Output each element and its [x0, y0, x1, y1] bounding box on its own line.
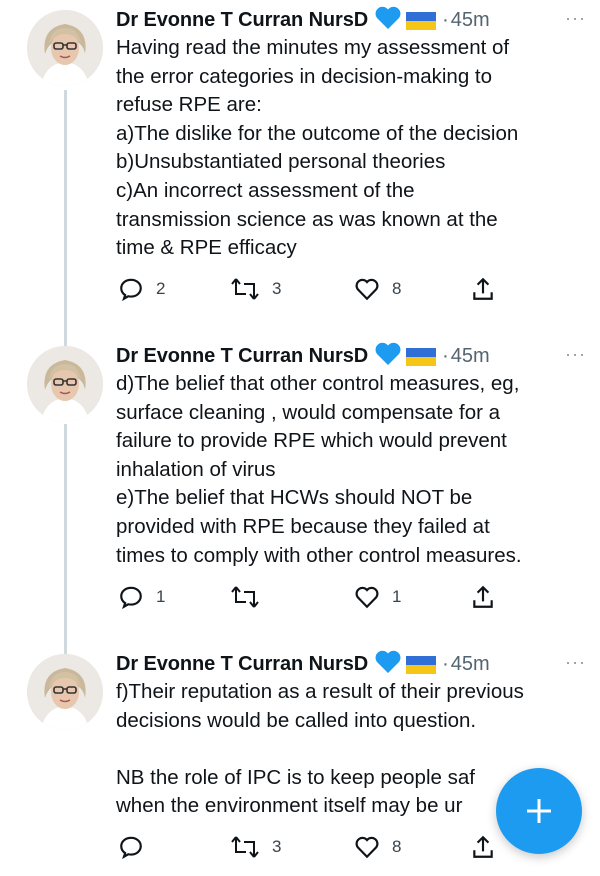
share-button[interactable]: [470, 584, 496, 610]
more-icon[interactable]: ···: [565, 344, 586, 365]
blue-heart-icon: [374, 5, 402, 36]
tweet[interactable]: Dr Evonne T Curran NursD · 45m ··· Havin…: [0, 0, 600, 320]
avatar[interactable]: [27, 10, 103, 86]
tweet-actions: 2 3 8: [0, 276, 600, 306]
retweet-button[interactable]: [230, 584, 272, 610]
retweet-icon: [231, 278, 259, 300]
author-name[interactable]: Dr Evonne T Curran NursD: [116, 653, 368, 676]
like-count: 8: [392, 279, 402, 298]
tweet-text: d)The belief that other control measures…: [116, 372, 522, 567]
retweet-count: 3: [272, 279, 282, 298]
like-button[interactable]: 1: [354, 584, 401, 610]
like-icon: [355, 586, 379, 609]
reply-button[interactable]: 2: [118, 276, 165, 302]
author-name[interactable]: Dr Evonne T Curran NursD: [116, 345, 368, 368]
timestamp[interactable]: 45m: [451, 653, 490, 676]
reply-icon: [120, 278, 142, 302]
compose-plus-icon: [527, 799, 551, 823]
like-button[interactable]: 8: [354, 276, 401, 302]
author-name[interactable]: Dr Evonne T Curran NursD: [116, 9, 368, 32]
ukraine-flag-icon: [406, 656, 437, 674]
more-icon[interactable]: ···: [565, 652, 586, 673]
reply-count: 2: [156, 279, 166, 298]
reply-button[interactable]: [118, 834, 156, 860]
share-button[interactable]: [470, 834, 496, 860]
tweet[interactable]: Dr Evonne T Curran NursD · 45m ··· d)The…: [0, 336, 600, 636]
blue-heart-icon: [374, 649, 402, 680]
retweet-count: 3: [272, 837, 282, 856]
separator: ·: [442, 344, 449, 367]
retweet-button[interactable]: 3: [230, 276, 281, 302]
blue-heart-icon: [374, 341, 402, 372]
separator: ·: [442, 8, 449, 31]
tweet-actions: 1 1: [0, 584, 600, 614]
timestamp[interactable]: 45m: [451, 345, 490, 368]
ukraine-flag-icon: [406, 12, 437, 30]
compose-button[interactable]: [496, 768, 582, 854]
reply-button[interactable]: 1: [118, 584, 165, 610]
avatar[interactable]: [27, 654, 103, 730]
tweet-text: Having read the minutes my assessment of…: [116, 36, 519, 260]
share-icon: [473, 585, 493, 608]
like-icon: [355, 278, 379, 301]
more-icon[interactable]: ···: [565, 8, 586, 29]
retweet-icon: [231, 586, 259, 608]
share-icon: [473, 277, 493, 300]
share-icon: [473, 835, 493, 858]
reply-icon: [120, 586, 142, 610]
reply-count: 1: [156, 587, 166, 606]
timestamp[interactable]: 45m: [451, 9, 490, 32]
share-button[interactable]: [470, 276, 496, 302]
like-button[interactable]: 8: [354, 834, 401, 860]
retweet-button[interactable]: 3: [230, 834, 281, 860]
retweet-icon: [231, 836, 259, 858]
like-icon: [355, 836, 379, 859]
like-count: 1: [392, 587, 402, 606]
avatar[interactable]: [27, 346, 103, 422]
like-count: 8: [392, 837, 402, 856]
ukraine-flag-icon: [406, 348, 437, 366]
separator: ·: [442, 652, 449, 675]
reply-icon: [120, 836, 142, 860]
